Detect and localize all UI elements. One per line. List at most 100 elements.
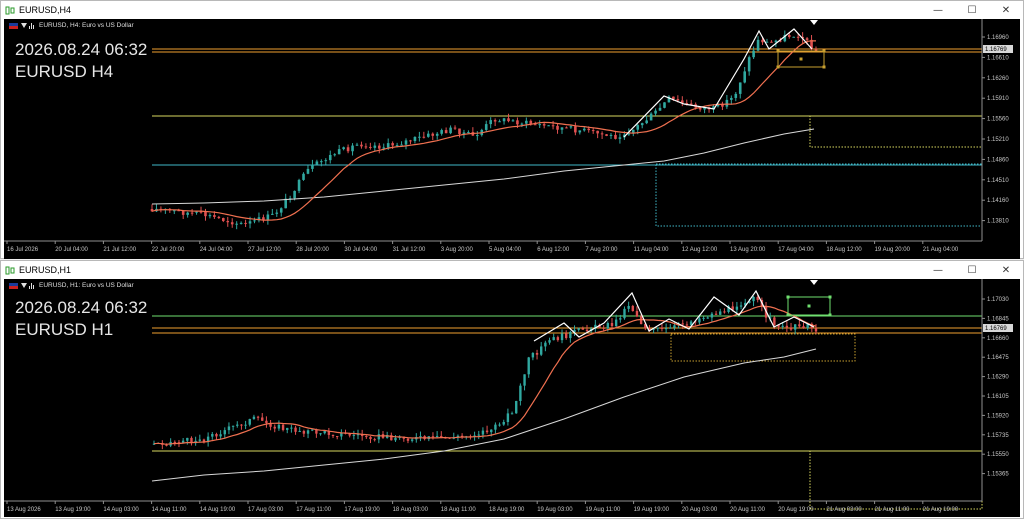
candle-body bbox=[215, 434, 218, 437]
candle-body bbox=[523, 374, 526, 386]
candle-body bbox=[431, 436, 435, 438]
time-axis-label: 14 Aug 19:00 bbox=[200, 507, 236, 513]
candle-body bbox=[672, 96, 675, 100]
window-titlebar[interactable]: EURUSD,H1 — ☐ ✕ bbox=[1, 261, 1023, 279]
time-axis-label: 18 Aug 03:00 bbox=[393, 507, 429, 513]
candle-body bbox=[435, 133, 439, 136]
candle-body bbox=[231, 425, 235, 427]
price-axis-label: 1.15365 bbox=[987, 472, 1009, 478]
price-axis-label: 1.16260 bbox=[987, 76, 1009, 82]
time-axis-label: 21 Aug 03:00 bbox=[826, 507, 862, 513]
candle-body bbox=[493, 120, 497, 122]
candle-body bbox=[639, 316, 643, 325]
candle-body bbox=[789, 327, 793, 330]
close-button[interactable]: ✕ bbox=[989, 261, 1023, 279]
candle-body bbox=[302, 431, 306, 434]
candle-body bbox=[311, 429, 314, 431]
candle-body bbox=[173, 441, 177, 443]
candle-body bbox=[540, 346, 543, 355]
candle-body bbox=[253, 220, 256, 222]
candle-body bbox=[328, 154, 332, 161]
candle-body bbox=[281, 424, 285, 430]
candle-body bbox=[346, 147, 350, 152]
candle-body bbox=[673, 325, 676, 328]
candle-body bbox=[739, 305, 743, 307]
candle-body bbox=[236, 424, 239, 426]
chart-shift-marker-icon bbox=[810, 20, 818, 25]
candle-body bbox=[426, 133, 430, 137]
candle-body bbox=[519, 385, 522, 401]
chart-canvas[interactable]: 1.16960 1.16610 1.16260 1.15910 1.15560 1.152… bbox=[4, 19, 1020, 259]
candle-body bbox=[781, 325, 784, 327]
candle-body bbox=[360, 144, 363, 147]
candle-body bbox=[400, 144, 403, 146]
price-axis-label: 1.14510 bbox=[987, 178, 1009, 184]
price-axis-label: 1.14160 bbox=[987, 198, 1009, 204]
time-axis-label: 28 Jul 20:00 bbox=[296, 247, 329, 253]
time-axis-label: 12 Aug 12:00 bbox=[682, 247, 718, 253]
price-chart[interactable]: EURUSD, H1: Euro vs US Dollar 2026.08.24… bbox=[4, 279, 1020, 517]
candle-body bbox=[569, 331, 572, 339]
candle-body bbox=[406, 438, 410, 441]
window-titlebar[interactable]: EURUSD,H4 — ☐ ✕ bbox=[1, 1, 1023, 19]
candle-body bbox=[409, 140, 412, 142]
candle-body bbox=[654, 110, 657, 114]
price-axis-label: 1.15735 bbox=[987, 433, 1009, 439]
price-chart[interactable]: EURUSD, H4: Euro vs US Dollar 2026.08.24… bbox=[4, 19, 1020, 259]
candle-body bbox=[222, 218, 225, 221]
candle-body bbox=[431, 133, 435, 136]
dotted-zone-box bbox=[655, 163, 983, 227]
chart-canvas[interactable]: 1.17030 1.16845 1.16660 1.16475 1.16290 1.161… bbox=[4, 279, 1020, 517]
candle-body bbox=[298, 431, 301, 433]
candle-body bbox=[627, 305, 630, 309]
zone-handle bbox=[776, 65, 780, 69]
candle-body bbox=[747, 57, 751, 72]
dotted-zone-box bbox=[809, 450, 983, 510]
candle-body bbox=[725, 99, 729, 107]
candle-body bbox=[548, 340, 551, 343]
minimize-button[interactable]: — bbox=[921, 261, 955, 279]
candle-body bbox=[619, 318, 622, 320]
candle-body bbox=[556, 125, 559, 130]
candle-body bbox=[578, 130, 582, 133]
candle-body bbox=[556, 337, 560, 341]
candle-body bbox=[719, 311, 722, 315]
chart-window-h1[interactable]: EURUSD,H1 — ☐ ✕ EURUSD, H1: Euro vs US D… bbox=[0, 260, 1024, 519]
price-axis-label: 1.13810 bbox=[987, 219, 1009, 225]
candle-body bbox=[286, 427, 289, 430]
candle-body bbox=[230, 222, 234, 225]
candle-body bbox=[752, 296, 755, 302]
candle-body bbox=[577, 328, 580, 330]
price-axis-label: 1.15920 bbox=[987, 413, 1009, 419]
candle-body bbox=[373, 439, 376, 441]
time-axis-label: 11 Aug 04:00 bbox=[634, 247, 670, 253]
candle-body bbox=[302, 173, 305, 180]
time-axis-label: 18 Aug 11:00 bbox=[441, 507, 477, 513]
candle-body bbox=[335, 436, 339, 438]
time-axis-label: 31 Jul 12:00 bbox=[393, 247, 426, 253]
zone-handle bbox=[828, 295, 832, 299]
candle-body bbox=[685, 324, 689, 326]
price-axis-label: 1.15910 bbox=[987, 96, 1009, 102]
price-axis-label: 1.16845 bbox=[987, 316, 1009, 322]
close-button[interactable]: ✕ bbox=[989, 1, 1023, 19]
candle-body bbox=[552, 337, 555, 341]
maximize-button[interactable]: ☐ bbox=[955, 261, 989, 279]
candle-body bbox=[723, 311, 726, 313]
candle-body bbox=[306, 430, 310, 434]
zone-handle bbox=[807, 304, 811, 308]
price-axis-label: 1.15560 bbox=[987, 117, 1009, 123]
fast-moving-average-line bbox=[151, 40, 817, 221]
candle-body bbox=[792, 36, 796, 38]
candle-body bbox=[458, 128, 461, 135]
candle-body bbox=[689, 103, 693, 105]
maximize-button[interactable]: ☐ bbox=[955, 1, 989, 19]
candle-body bbox=[623, 308, 626, 319]
candle-body bbox=[596, 130, 599, 134]
minimize-button[interactable]: — bbox=[921, 1, 955, 19]
dotted-zone-box bbox=[809, 115, 983, 148]
chart-window-h4[interactable]: EURUSD,H4 — ☐ ✕ EURUSD, H4: Euro vs US D… bbox=[0, 0, 1024, 259]
candle-body bbox=[605, 134, 608, 136]
candle-body bbox=[404, 140, 408, 145]
candle-body bbox=[190, 212, 194, 214]
